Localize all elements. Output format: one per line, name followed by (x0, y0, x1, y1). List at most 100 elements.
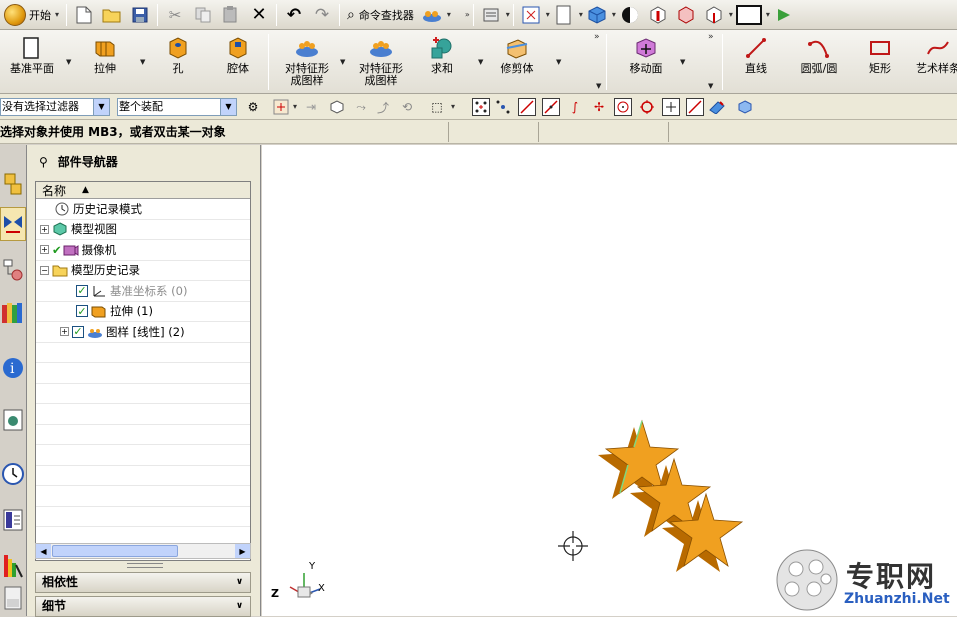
dependencies-panel-header[interactable]: 相依性 ∨ (35, 572, 251, 593)
palette-icon[interactable] (0, 549, 26, 583)
new-file-icon[interactable] (73, 4, 95, 26)
wireframe-red-box-icon[interactable] (675, 4, 697, 26)
fit-view-icon[interactable] (520, 4, 542, 26)
chevron-down-icon[interactable]: ▼ (340, 58, 345, 66)
open-folder-icon[interactable] (101, 4, 123, 26)
snap-intersection-icon[interactable]: ✢ (590, 98, 608, 116)
expand-icon[interactable]: + (60, 327, 69, 337)
chain-within-feature-icon[interactable]: ⟲ (398, 98, 416, 116)
face-rule-icon[interactable] (328, 98, 346, 116)
curve-rule-icon[interactable]: ⇥ (302, 98, 320, 116)
selection-intent-icon[interactable] (272, 98, 290, 116)
chevron-down-icon[interactable]: ▼ (596, 82, 601, 90)
snap-grid-icon[interactable] (494, 98, 512, 116)
chevron-down-icon[interactable]: ▾ (766, 10, 770, 19)
graphics-window[interactable]: Y X Z 专职网 Zhuanzhi.Net (262, 145, 957, 616)
snap-point-on-curve-icon[interactable] (686, 98, 704, 116)
tree-row-model-history[interactable]: − 模型历史记录 (36, 261, 250, 281)
horizontal-scrollbar[interactable]: ◀ ▶ (35, 543, 251, 559)
visibility-checkbox[interactable]: ✓ (76, 305, 88, 318)
part-navigator-icon[interactable] (0, 253, 26, 287)
selection-scope-dropdown[interactable]: 整个装配 ▼ (117, 98, 237, 116)
system-materials-icon[interactable] (0, 503, 26, 537)
expand-icon[interactable]: + (40, 224, 49, 234)
rectangle-button[interactable]: 矩形 (860, 30, 900, 94)
unite-button[interactable]: 求和 (422, 30, 462, 94)
move-face-button[interactable]: 移动面 (618, 30, 674, 94)
pattern-feature-button[interactable]: 对特征形 成图样 (278, 30, 336, 94)
pattern-face-button[interactable]: 对特征形 成图样 (352, 30, 410, 94)
sketch-view-icon[interactable] (553, 4, 575, 26)
scrollbar-thumb[interactable] (52, 545, 178, 557)
history-clock-icon[interactable] (0, 457, 26, 491)
tree-row-pattern-linear[interactable]: + ✓ 图样 [线性] (2) (36, 322, 250, 343)
chevron-down-icon[interactable]: ▾ (506, 10, 510, 19)
tree-row-model-views[interactable]: + 模型视图 (36, 220, 250, 240)
tree-row-datum-csys[interactable]: ✓ 基准坐标系 (0) (36, 281, 250, 302)
chevron-down-icon[interactable]: ▼ (680, 58, 685, 66)
chevron-down-icon[interactable]: ▼ (556, 58, 561, 66)
chevron-down-icon[interactable]: ▼ (478, 58, 483, 66)
line-button[interactable]: 直线 (736, 30, 776, 94)
snap-midpoint-icon[interactable] (542, 98, 560, 116)
chevron-down-icon[interactable]: ▼ (140, 58, 145, 66)
scroll-right-icon[interactable]: ▶ (235, 544, 250, 558)
toolbar-overflow-icon[interactable]: » (594, 32, 599, 42)
snap-arc-center-icon[interactable] (614, 98, 632, 116)
hd3d-tools-icon[interactable]: i (0, 351, 26, 385)
toolbar-overflow-icon[interactable]: » (465, 10, 470, 19)
copy-icon[interactable] (192, 4, 214, 26)
collapse-icon[interactable]: − (40, 265, 49, 275)
splitter-handle[interactable] (127, 563, 163, 568)
hole-button[interactable]: 孔 (158, 30, 198, 94)
snap-endpoint-icon[interactable] (518, 98, 536, 116)
start-button[interactable]: 开始 ▾ (0, 2, 63, 28)
chevron-down-icon[interactable]: ▾ (579, 10, 583, 19)
chevron-down-icon[interactable]: ▾ (546, 10, 550, 19)
pin-icon[interactable]: ⚲ (39, 155, 48, 169)
snap-3d-point-icon[interactable] (736, 98, 754, 116)
save-icon[interactable] (129, 4, 151, 26)
roles-icon[interactable] (0, 583, 26, 613)
chevron-down-icon[interactable]: ▾ (293, 102, 297, 111)
background-color-icon[interactable] (735, 4, 762, 26)
layer-settings-icon[interactable] (480, 4, 502, 26)
expand-icon[interactable]: + (40, 245, 49, 255)
render-style-icon[interactable] (619, 4, 641, 26)
hidden-edges-box-icon[interactable] (703, 4, 725, 26)
web-browser-icon[interactable] (0, 403, 26, 437)
visibility-checkbox[interactable]: ✓ (76, 284, 88, 297)
extrude-button[interactable]: 拉伸 (82, 30, 128, 94)
snap-existing-point-icon[interactable] (662, 98, 680, 116)
chevron-down-icon[interactable]: ▾ (612, 10, 616, 19)
snap-control-point-icon[interactable]: ∫ (566, 98, 584, 116)
constraint-navigator-icon[interactable] (0, 207, 26, 241)
datum-plane-button[interactable]: 基准平面 (2, 30, 62, 94)
tree-row-history-mode[interactable]: 历史记录模式 (36, 199, 250, 220)
snap-view-icon[interactable] (773, 4, 795, 26)
arc-circle-button[interactable]: 圆弧/圆 (794, 30, 844, 94)
rectangle-select-icon[interactable]: ⬚ (428, 98, 446, 116)
chevron-down-icon[interactable]: ▾ (451, 102, 455, 111)
filter-settings-icon[interactable]: ⚙ (244, 98, 262, 116)
toolbar-overflow-icon[interactable]: » (708, 32, 713, 42)
follow-fillet-icon[interactable]: ⤴ (374, 98, 392, 116)
tree-row-cameras[interactable]: + ✔ 摄像机 (36, 240, 250, 261)
chevron-down-icon[interactable]: ▾ (447, 10, 451, 19)
redo-icon[interactable]: ↷ (311, 4, 333, 26)
visibility-checkbox[interactable]: ✓ (72, 325, 84, 338)
trim-body-button[interactable]: 修剪体 (492, 30, 542, 94)
studio-spline-button[interactable]: 艺术样条 (912, 30, 957, 94)
details-panel-header[interactable]: 细节 ∨ (35, 596, 251, 617)
cut-icon[interactable]: ✂ (164, 4, 186, 26)
name-column-header[interactable]: 名称 ▲ (36, 182, 250, 199)
command-finder-button[interactable]: ⌕ 命令查找器 (343, 7, 418, 23)
delete-icon[interactable]: ✕ (248, 4, 270, 26)
type-filter-dropdown[interactable]: 没有选择过滤器 ▼ (0, 98, 110, 116)
snap-point-on-surface-icon[interactable] (708, 98, 726, 116)
reuse-library-icon[interactable] (0, 295, 26, 329)
feature-group-icon[interactable] (421, 4, 443, 26)
undo-icon[interactable]: ↶ (283, 4, 305, 26)
view-orientation-icon[interactable] (586, 4, 608, 26)
snap-quadrant-icon[interactable] (638, 98, 656, 116)
